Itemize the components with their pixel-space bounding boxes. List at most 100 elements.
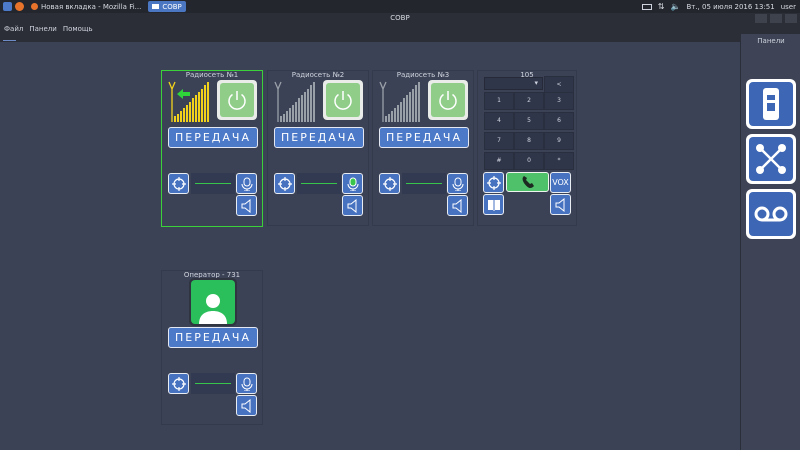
firefox-icon[interactable] xyxy=(15,2,24,11)
chevron-down-icon: ▾ xyxy=(534,79,538,87)
menu-file[interactable]: Файл xyxy=(4,25,23,33)
taskbar-task-firefox[interactable]: Новая вкладка - Mozilla Fi... xyxy=(27,1,145,12)
target-button[interactable] xyxy=(483,172,504,193)
dial-key-9[interactable]: 9 xyxy=(544,132,574,150)
dial-key-5[interactable]: 5 xyxy=(514,112,544,130)
handset-icon xyxy=(763,88,779,120)
window-titlebar[interactable]: СОВР xyxy=(0,13,800,24)
phonebook-button[interactable] xyxy=(483,194,504,215)
phone-105-module[interactable]: 105 ▾ < 1 2 3 4 5 6 7 8 9 # 0 * VOX xyxy=(477,70,577,226)
start-menu-icon[interactable] xyxy=(3,2,12,11)
window-title: СОВР xyxy=(390,14,410,22)
panel-tab[interactable] xyxy=(3,36,16,41)
target-button[interactable] xyxy=(274,173,295,194)
microphone-button[interactable] xyxy=(236,173,257,194)
volume-icon[interactable]: 🔈 xyxy=(670,2,680,11)
power-button[interactable] xyxy=(323,80,363,120)
network-icon[interactable]: ⇅ xyxy=(658,2,665,11)
window-icon xyxy=(152,4,160,9)
menu-panels[interactable]: Панели xyxy=(29,25,56,33)
dial-key-star[interactable]: * xyxy=(544,152,574,170)
microphone-button[interactable] xyxy=(236,373,257,394)
menu-help[interactable]: Помощь xyxy=(63,25,93,33)
signal-strength-icon xyxy=(274,81,315,122)
panels-sidebar: Панели xyxy=(740,34,800,450)
task-label: СОВР xyxy=(162,2,182,11)
recorder-panel-button[interactable] xyxy=(746,189,796,239)
speaker-button[interactable] xyxy=(342,195,363,216)
speaker-button[interactable] xyxy=(236,395,257,416)
dial-key-0[interactable]: 0 xyxy=(514,152,544,170)
power-button[interactable] xyxy=(217,80,257,120)
crosshair-icon xyxy=(171,176,186,191)
taskbar: Новая вкладка - Mozilla Fi... СОВР ⇅ 🔈 В… xyxy=(0,0,800,13)
transmit-button[interactable]: ПЕРЕДАЧА xyxy=(168,127,258,148)
power-icon xyxy=(334,91,352,110)
microphone-button[interactable] xyxy=(342,173,363,194)
speaker-icon xyxy=(452,198,461,213)
transmit-button[interactable]: ПЕРЕДАЧА xyxy=(379,127,469,148)
crosshair-icon xyxy=(486,175,501,190)
dial-key-hash[interactable]: # xyxy=(484,152,514,170)
radio-panel-button[interactable] xyxy=(746,79,796,129)
audio-level-track xyxy=(297,173,341,194)
dial-key-6[interactable]: 6 xyxy=(544,112,574,130)
microphone-icon xyxy=(452,177,463,191)
radionet-title: Радиосеть №1 xyxy=(185,71,239,79)
number-combo[interactable]: ▾ xyxy=(484,77,543,90)
speaker-icon xyxy=(555,197,564,212)
speaker-button[interactable] xyxy=(236,195,257,216)
radionet-title: Радиосеть №3 xyxy=(396,71,450,79)
dial-key-7[interactable]: 7 xyxy=(484,132,514,150)
microphone-icon xyxy=(347,177,358,191)
operator-avatar-button[interactable] xyxy=(189,278,237,326)
signal-strength-icon xyxy=(168,81,209,122)
dial-key-8[interactable]: 8 xyxy=(514,132,544,150)
book-icon xyxy=(487,199,500,211)
firefox-icon xyxy=(31,3,38,10)
transmit-button[interactable]: ПЕРЕДАЧА xyxy=(274,127,364,148)
minimize-button[interactable] xyxy=(755,14,767,23)
battery-icon[interactable] xyxy=(641,3,652,10)
crosshair-icon xyxy=(382,176,397,191)
task-label: Новая вкладка - Mozilla Fi... xyxy=(41,2,142,11)
radionet-3-module[interactable]: Радиосеть №3 ПЕРЕДАЧА xyxy=(372,70,474,226)
dial-key-1[interactable]: 1 xyxy=(484,92,514,110)
operator-module[interactable]: Оператор - 731 ПЕРЕДАЧА xyxy=(161,270,263,425)
audio-level-track xyxy=(402,173,446,194)
voicemail-icon xyxy=(754,206,788,222)
network-cross-icon xyxy=(756,144,786,174)
transmit-button[interactable]: ПЕРЕДАЧА xyxy=(168,327,258,348)
power-icon xyxy=(228,91,246,110)
radionet-2-module[interactable]: Радиосеть №2 ПЕРЕДАЧА xyxy=(267,70,369,226)
maximize-button[interactable] xyxy=(770,14,782,23)
radionet-1-module[interactable]: Радиосеть №1 ПЕРЕДАЧА xyxy=(161,70,263,227)
taskbar-task-sovr[interactable]: СОВР xyxy=(148,1,186,12)
signal-strength-icon xyxy=(379,81,420,122)
target-button[interactable] xyxy=(168,373,189,394)
crosshair-icon xyxy=(277,176,292,191)
user-name[interactable]: user xyxy=(781,3,796,11)
microphone-icon xyxy=(241,177,252,191)
toolstrip xyxy=(0,34,740,42)
microphone-button[interactable] xyxy=(447,173,468,194)
panels-title: Панели xyxy=(757,37,785,45)
user-icon xyxy=(199,294,227,324)
microphone-icon xyxy=(241,377,252,391)
close-button[interactable] xyxy=(785,14,797,23)
speaker-button[interactable] xyxy=(550,194,571,215)
speaker-button[interactable] xyxy=(447,195,468,216)
connections-panel-button[interactable] xyxy=(746,134,796,184)
dial-key-4[interactable]: 4 xyxy=(484,112,514,130)
clock[interactable]: Вт., 05 июля 2016 13:51 xyxy=(686,3,774,11)
power-button[interactable] xyxy=(428,80,468,120)
dial-key-3[interactable]: 3 xyxy=(544,92,574,110)
crosshair-icon xyxy=(171,376,186,391)
speaker-icon xyxy=(347,198,356,213)
call-button[interactable] xyxy=(506,172,549,192)
target-button[interactable] xyxy=(379,173,400,194)
dial-key-2[interactable]: 2 xyxy=(514,92,544,110)
vox-button[interactable]: VOX xyxy=(550,172,571,193)
target-button[interactable] xyxy=(168,173,189,194)
audio-level-track xyxy=(191,373,235,394)
